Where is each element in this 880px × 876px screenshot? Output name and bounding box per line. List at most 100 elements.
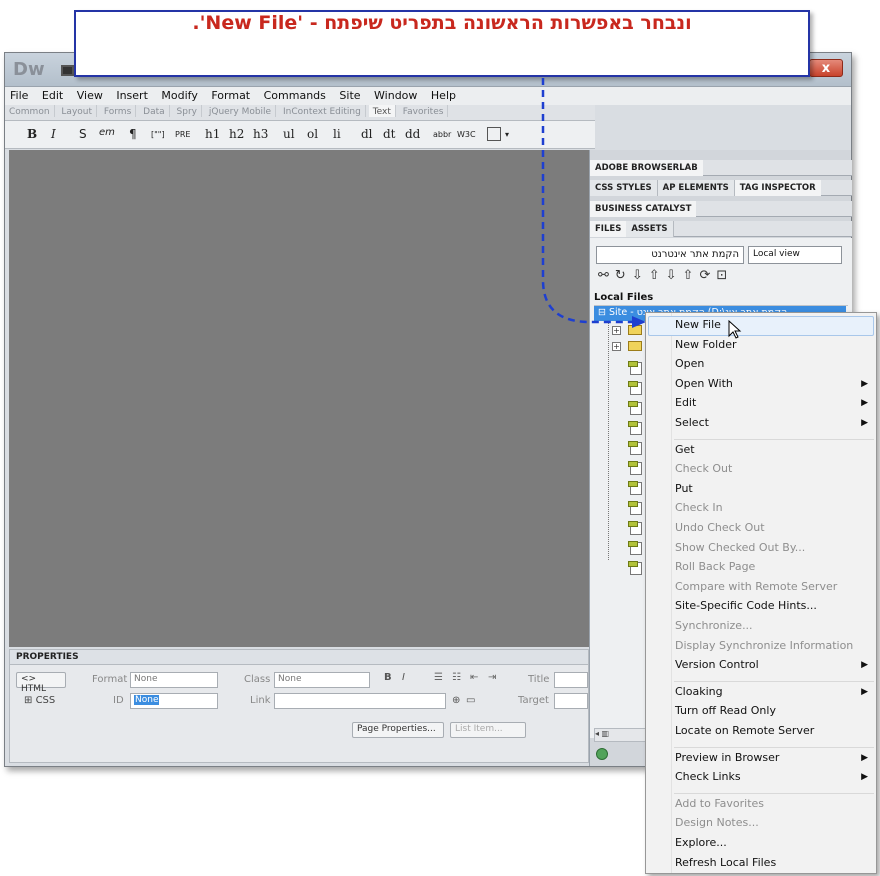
expand-icon[interactable]: + bbox=[612, 326, 621, 335]
menu-item-compare-with-remote-server[interactable]: Compare with Remote Server bbox=[675, 580, 871, 593]
heading3-button[interactable]: h3 bbox=[253, 127, 268, 141]
format-select[interactable]: None bbox=[130, 672, 218, 688]
list-item-button[interactable]: li bbox=[333, 127, 341, 141]
css-mode-button[interactable]: ⊞ CSS bbox=[24, 695, 55, 706]
file-icon[interactable] bbox=[628, 461, 642, 475]
heading1-button[interactable]: h1 bbox=[205, 127, 220, 141]
menu-format[interactable]: Format bbox=[206, 87, 255, 102]
heading2-button[interactable]: h2 bbox=[229, 127, 244, 141]
emphasis-button[interactable]: em bbox=[99, 127, 115, 138]
menu-item-get[interactable]: Get bbox=[675, 443, 871, 456]
menu-item-put[interactable]: Put bbox=[675, 482, 871, 495]
menu-view[interactable]: View bbox=[72, 87, 108, 102]
tab-data[interactable]: Data bbox=[139, 105, 170, 117]
file-icon[interactable] bbox=[628, 421, 642, 435]
sync-icon[interactable]: ⟳ bbox=[699, 268, 716, 283]
menu-item-locate-on-remote-server[interactable]: Locate on Remote Server bbox=[675, 724, 871, 737]
target-select[interactable] bbox=[554, 693, 588, 709]
menu-item-open-with[interactable]: Open With bbox=[675, 377, 871, 390]
menu-item-check-in[interactable]: Check In bbox=[675, 501, 871, 514]
menu-item-design-notes[interactable]: Design Notes... bbox=[675, 816, 871, 829]
definition-list-button[interactable]: dl bbox=[361, 127, 373, 141]
menu-item-refresh-local-files[interactable]: Refresh Local Files bbox=[675, 856, 871, 869]
title-input[interactable] bbox=[554, 672, 588, 688]
menu-item-preview-in-browser[interactable]: Preview in Browser bbox=[675, 751, 871, 764]
file-icon[interactable] bbox=[628, 561, 642, 575]
menu-item-edit[interactable]: Edit bbox=[675, 396, 871, 409]
put-icon[interactable]: ⇧ bbox=[649, 268, 666, 283]
outdent-icon[interactable]: ⇤ bbox=[470, 672, 478, 683]
folder-icon[interactable] bbox=[628, 325, 642, 335]
menu-item-display-synchronize-information[interactable]: Display Synchronize Information bbox=[675, 639, 871, 652]
menu-window[interactable]: Window bbox=[369, 87, 422, 102]
collapse-icon[interactable]: ⊟ bbox=[598, 307, 609, 318]
file-icon[interactable] bbox=[628, 541, 642, 555]
close-button[interactable]: x bbox=[809, 59, 843, 77]
menu-item-check-links[interactable]: Check Links bbox=[675, 770, 871, 783]
file-icon[interactable] bbox=[628, 361, 642, 375]
menu-item-open[interactable]: Open bbox=[675, 357, 871, 370]
site-select[interactable]: הקמת אתר אינטרנט bbox=[596, 246, 744, 264]
tab-tag-inspector[interactable]: TAG INSPECTOR bbox=[734, 180, 821, 196]
view-select[interactable]: Local view bbox=[748, 246, 842, 264]
menu-item-turn-off-read-only[interactable]: Turn off Read Only bbox=[675, 704, 871, 717]
folder-icon[interactable] bbox=[628, 341, 642, 351]
menu-item-new-file[interactable]: New File bbox=[675, 318, 871, 331]
browserlab-tab[interactable]: ADOBE BROWSERLAB bbox=[590, 160, 703, 176]
menu-item-show-checked-out-by[interactable]: Show Checked Out By... bbox=[675, 541, 871, 554]
link-input[interactable] bbox=[274, 693, 446, 709]
tab-text[interactable]: Text bbox=[368, 105, 396, 117]
menu-item-site-specific-code-hints[interactable]: Site-Specific Code Hints... bbox=[675, 599, 871, 612]
checkin-icon[interactable]: ⇧ bbox=[683, 268, 700, 283]
page-properties-button[interactable]: Page Properties... bbox=[352, 722, 444, 738]
menu-item-undo-check-out[interactable]: Undo Check Out bbox=[675, 521, 871, 534]
tab-forms[interactable]: Forms bbox=[100, 105, 137, 117]
menu-item-add-to-favorites[interactable]: Add to Favorites bbox=[675, 797, 871, 810]
definition-term-button[interactable]: dt bbox=[383, 127, 396, 141]
blockquote-button[interactable]: [""] bbox=[151, 130, 165, 139]
menu-item-cloaking[interactable]: Cloaking bbox=[675, 685, 871, 698]
file-icon[interactable] bbox=[628, 441, 642, 455]
characters-icon[interactable] bbox=[487, 127, 501, 141]
italic-icon[interactable]: I bbox=[402, 672, 405, 683]
business-catalyst-tab[interactable]: BUSINESS CATALYST bbox=[590, 201, 697, 217]
expand-icon[interactable]: ⊡ bbox=[716, 268, 733, 283]
list-item-button[interactable]: List Item... bbox=[450, 722, 526, 738]
point-to-file-icon[interactable]: ⊕ bbox=[452, 695, 460, 706]
tab-css-styles[interactable]: CSS STYLES bbox=[590, 180, 658, 196]
horizontal-scrollbar[interactable]: ◂ ▥ bbox=[594, 728, 650, 742]
menu-edit[interactable]: Edit bbox=[37, 87, 68, 102]
layout-icon[interactable] bbox=[61, 65, 74, 76]
tab-assets[interactable]: ASSETS bbox=[626, 221, 674, 237]
refresh-icon[interactable]: ↻ bbox=[615, 268, 632, 283]
unordered-list-button[interactable]: ul bbox=[283, 127, 295, 141]
acronym-button[interactable]: W3C bbox=[457, 130, 476, 139]
tab-jquery-mobile[interactable]: jQuery Mobile bbox=[205, 105, 277, 117]
file-icon[interactable] bbox=[628, 401, 642, 415]
browse-folder-icon[interactable]: ▭ bbox=[466, 695, 475, 706]
class-select[interactable]: None bbox=[274, 672, 370, 688]
file-icon[interactable] bbox=[628, 521, 642, 535]
menu-item-check-out[interactable]: Check Out bbox=[675, 462, 871, 475]
id-select[interactable]: None bbox=[130, 693, 218, 709]
get-icon[interactable]: ⇩ bbox=[632, 268, 649, 283]
tab-spry[interactable]: Spry bbox=[173, 105, 202, 117]
ordered-list-button[interactable]: ol bbox=[307, 127, 318, 141]
indent-icon[interactable]: ⇥ bbox=[488, 672, 496, 683]
menu-item-explore[interactable]: Explore... bbox=[675, 836, 871, 849]
menu-help[interactable]: Help bbox=[426, 87, 461, 102]
menu-item-new-folder[interactable]: New Folder bbox=[675, 338, 871, 351]
browserlab-panel-header[interactable]: ADOBE BROWSERLAB bbox=[590, 160, 852, 176]
italic-button[interactable]: I bbox=[51, 127, 56, 141]
tab-incontext-editing[interactable]: InContext Editing bbox=[279, 105, 366, 117]
checkout-icon[interactable]: ⇩ bbox=[666, 268, 683, 283]
unordered-list-icon[interactable]: ☰ bbox=[434, 672, 443, 683]
menu-item-select[interactable]: Select bbox=[675, 416, 871, 429]
html-mode-button[interactable]: <> HTML bbox=[16, 672, 66, 694]
strong-button[interactable]: S bbox=[79, 127, 87, 141]
tab-files[interactable]: FILES bbox=[590, 221, 627, 237]
menu-item-version-control[interactable]: Version Control bbox=[675, 658, 871, 671]
menu-site[interactable]: Site bbox=[334, 87, 365, 102]
tab-layout[interactable]: Layout bbox=[57, 105, 98, 117]
tab-ap-elements[interactable]: AP ELEMENTS bbox=[657, 180, 735, 196]
